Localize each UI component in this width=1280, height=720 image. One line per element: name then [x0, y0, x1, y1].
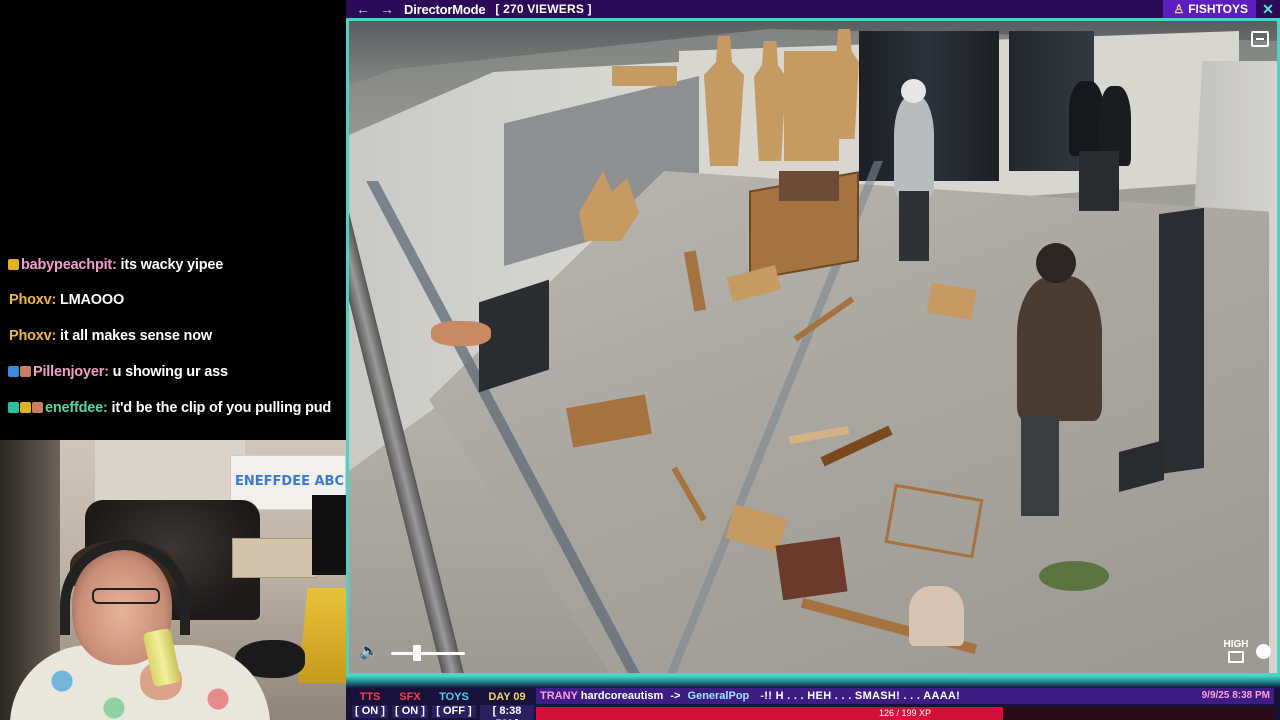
chat-text: LMAOOO [56, 292, 125, 308]
chat-message: Pillenjoyer: u showing ur ass [8, 364, 228, 380]
chat-panel: babypeachpit: its wacky yipee Phoxv: LMA… [0, 0, 346, 440]
account-label: FISHTOYS [1188, 2, 1248, 16]
person-icon: ♙ [1173, 2, 1185, 16]
chat-username[interactable]: Phoxv: [9, 292, 56, 308]
badge-icon [8, 402, 19, 413]
badge-icon [20, 402, 31, 413]
chat-badges [8, 400, 44, 416]
xp-progress-bar: 126 / 199 XP [536, 707, 1274, 720]
record-icon[interactable] [1256, 644, 1271, 659]
sfx-toggle[interactable]: SFX [ ON ] [392, 691, 428, 718]
fullscreen-icon[interactable] [1251, 31, 1269, 47]
person-helmet [894, 96, 934, 196]
close-icon[interactable]: ✕ [1256, 0, 1280, 18]
quality-label: HIGH [1223, 639, 1249, 650]
quality-button[interactable]: HIGH [1223, 639, 1249, 663]
tts-toggle[interactable]: TTS [ ON ] [352, 691, 388, 718]
person-hoodie [1017, 276, 1102, 421]
account-button[interactable]: ♙ FISHTOYS [1163, 0, 1256, 18]
toys-toggle[interactable]: TOYS [ OFF ] [432, 691, 476, 718]
chat-badges [8, 364, 32, 380]
badge-icon [8, 259, 19, 270]
chat-text: it all makes sense now [56, 328, 212, 344]
chat-username[interactable]: babypeachpit: [21, 257, 117, 273]
day-clock: DAY 09 [ 8:38 PM ] [480, 691, 534, 720]
event-ticker: TRANY hardcoreautism -> GeneralPop -!! H… [536, 688, 1274, 704]
badge-icon [20, 366, 31, 377]
chat-text: it'd be the clip of you pulling pud [107, 400, 332, 416]
app-title: DirectorMode [404, 1, 486, 17]
chat-username[interactable]: Pillenjoyer: [33, 364, 109, 380]
chat-text: its wacky yipee [116, 257, 224, 273]
chat-text: u showing ur ass [108, 364, 228, 380]
chat-message: babypeachpit: its wacky yipee [8, 257, 223, 273]
viewer-count: [ 270 VIEWERS ] [495, 2, 592, 16]
chat-username[interactable]: Phoxv: [9, 328, 56, 344]
right-arrow-icon[interactable]: → [380, 1, 394, 17]
volume-slider-handle[interactable] [412, 645, 421, 661]
top-bar: ← → DirectorMode [ 270 VIEWERS ] ♙ FISHT… [346, 0, 1280, 18]
speaker-icon[interactable]: 🔈 [359, 641, 379, 661]
chat-username[interactable]: eneffdee: [45, 400, 108, 416]
webcam-feed: ENEFFDEE ABC [0, 440, 346, 720]
chat-message: Phoxv: LMAOOO [8, 292, 124, 308]
badge-icon [8, 366, 19, 377]
broken-box [775, 536, 848, 601]
left-arrow-icon[interactable]: ← [356, 1, 370, 17]
volume-slider[interactable] [391, 652, 465, 655]
chat-message: Phoxv: it all makes sense now [8, 328, 212, 344]
chat-message: eneffdee: it'd be the clip of you pullin… [8, 400, 331, 416]
badge-icon [32, 402, 43, 413]
camera-feed[interactable]: 🔈 HIGH [346, 18, 1280, 676]
chat-badges [8, 257, 20, 273]
status-bar: TTS [ ON ] SFX [ ON ] TOYS [ OFF ] DAY 0… [346, 676, 1280, 720]
